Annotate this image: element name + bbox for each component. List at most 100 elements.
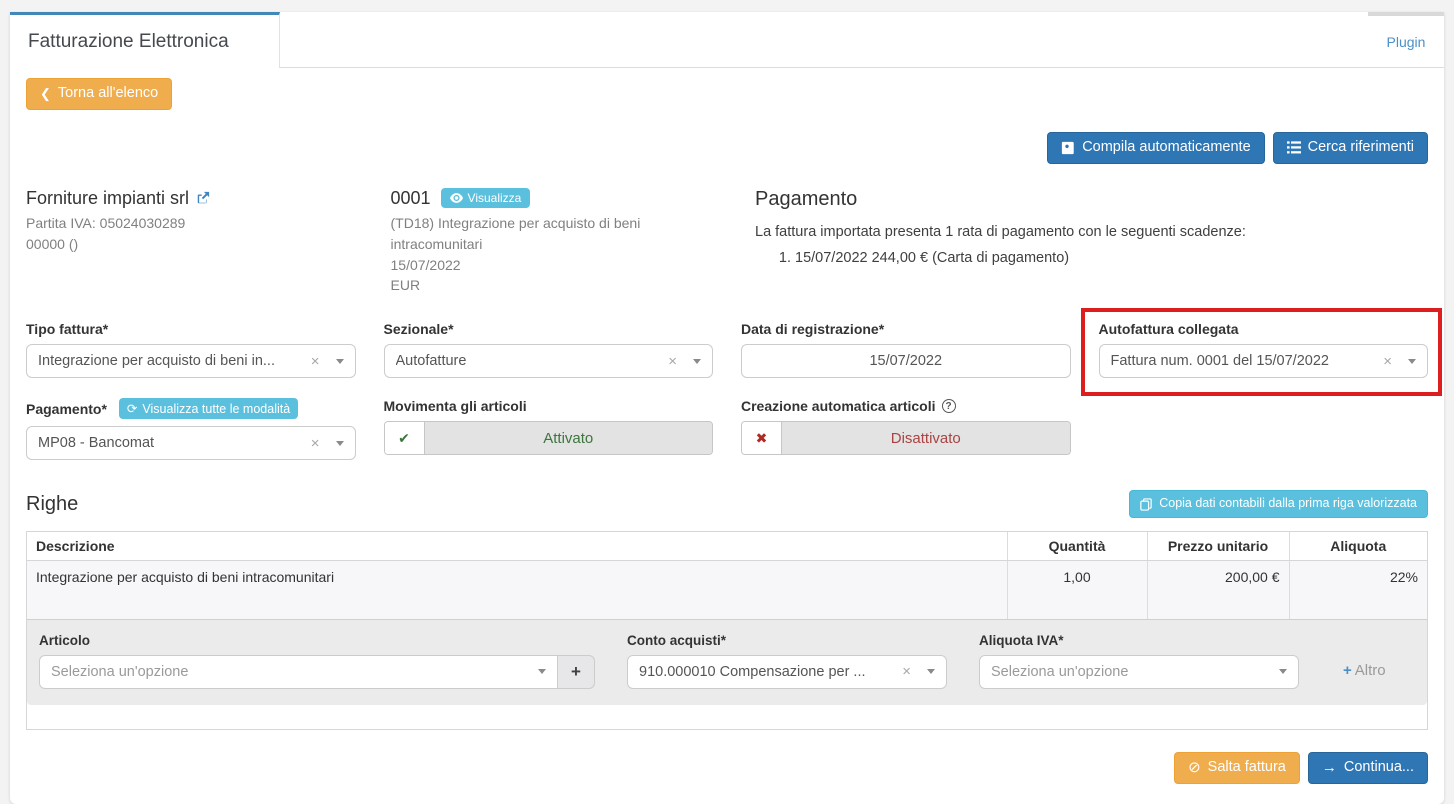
- aliquota-iva-group: Aliquota IVA* Seleziona un'opzione: [979, 633, 1299, 689]
- pagamento-label: Pagamento*: [26, 401, 107, 417]
- external-link-icon[interactable]: [196, 191, 210, 205]
- pagamento-select[interactable]: MP08 - Bancomat ×: [26, 426, 356, 460]
- payment-title: Pagamento: [755, 188, 1428, 211]
- tab-bar-spacer: [280, 12, 1368, 68]
- payment-schedule-item: 15/07/2022 244,00 € (Carta di pagamento): [795, 250, 1428, 266]
- view-invoice-label: Visualizza: [468, 191, 522, 205]
- refresh-icon: ⟳: [127, 401, 137, 416]
- copy-icon: [1140, 498, 1152, 511]
- payment-intro: La fattura importata presenta 1 rata di …: [755, 224, 1428, 240]
- tab-plugin[interactable]: Plugin: [1368, 12, 1444, 68]
- autofill-button[interactable]: Compila automaticamente: [1047, 132, 1264, 164]
- articolo-label: Articolo: [39, 633, 595, 648]
- righe-title: Righe: [26, 493, 78, 516]
- page: Fatturazione Elettronica Plugin ❮ Torna …: [0, 0, 1454, 804]
- tipo-fattura-select[interactable]: Integrazione per acquisto di beni in... …: [26, 344, 356, 378]
- pagamento-value: MP08 - Bancomat: [38, 435, 154, 451]
- chevron-down-icon: [538, 669, 546, 674]
- righe-table-container: Descrizione Quantità Prezzo unitario Ali…: [26, 531, 1428, 730]
- column-header-aliquota: Aliquota: [1289, 532, 1427, 561]
- data-registrazione-group: Data di registrazione* 15/07/2022: [741, 321, 1071, 378]
- plus-icon: +: [571, 662, 581, 682]
- supplier-code: 00000 (): [26, 234, 363, 254]
- tipo-fattura-value: Integrazione per acquisto di beni in...: [38, 353, 275, 369]
- check-icon: ✔: [385, 422, 425, 454]
- content-area: ❮ Torna all'elenco Compila automaticamen…: [10, 68, 1444, 804]
- row-detail-fields: Articolo Seleziona un'opzione +: [39, 633, 1415, 689]
- continue-label: Continua...: [1344, 760, 1414, 776]
- footer-actions: ⊘ Salta fattura → Continua...: [26, 752, 1428, 792]
- table-header-row: Descrizione Quantità Prezzo unitario Ali…: [27, 532, 1427, 561]
- righe-header: Righe Copia dati contabili dalla prima r…: [26, 490, 1428, 518]
- autofattura-collegata-select[interactable]: Fattura num. 0001 del 15/07/2022 ×: [1099, 344, 1429, 378]
- aliquota-iva-label: Aliquota IVA*: [979, 633, 1299, 648]
- tab-fatturazione-elettronica[interactable]: Fatturazione Elettronica: [10, 12, 280, 68]
- creazione-articoli-toggle[interactable]: ✖ Disattivato: [741, 421, 1071, 455]
- view-invoice-badge[interactable]: Visualizza: [441, 188, 531, 208]
- cell-prezzo-unitario: 200,00 €: [1147, 561, 1289, 619]
- aliquota-iva-select[interactable]: Seleziona un'opzione: [979, 655, 1299, 689]
- show-all-payment-modes-badge[interactable]: ⟳ Visualizza tutte le modalità: [119, 398, 298, 419]
- help-question-icon[interactable]: ?: [942, 399, 956, 413]
- skip-invoice-button[interactable]: ⊘ Salta fattura: [1174, 752, 1300, 784]
- main-card: Fatturazione Elettronica Plugin ❮ Torna …: [10, 12, 1444, 804]
- movimenta-articoli-toggle[interactable]: ✔ Attivato: [384, 421, 714, 455]
- document-number: 0001: [391, 188, 431, 209]
- copy-accounting-data-button[interactable]: Copia dati contabili dalla prima riga va…: [1129, 490, 1428, 518]
- add-article-button[interactable]: +: [558, 655, 595, 689]
- table-row: Integrazione per acquisto di beni intrac…: [27, 561, 1427, 619]
- clear-icon[interactable]: ×: [307, 435, 324, 452]
- altro-button[interactable]: +Altro: [1343, 662, 1386, 679]
- back-to-list-label: Torna all'elenco: [58, 86, 158, 102]
- continue-button[interactable]: → Continua...: [1308, 752, 1428, 784]
- righe-table: Descrizione Quantità Prezzo unitario Ali…: [27, 532, 1427, 619]
- movimenta-articoli-state: Attivato: [425, 422, 713, 454]
- no-entry-icon: ⊘: [1188, 760, 1201, 775]
- movimenta-articoli-group: Movimenta gli articoli ✔ Attivato: [384, 398, 714, 460]
- data-registrazione-label: Data di registrazione*: [741, 321, 1071, 337]
- data-registrazione-input[interactable]: 15/07/2022: [741, 344, 1071, 378]
- chevron-down-icon: [336, 441, 344, 446]
- document-block: 0001 Visualizza (TD18) Integrazione per …: [391, 188, 728, 296]
- show-all-payment-modes-label: Visualizza tutte le modalità: [142, 402, 290, 416]
- plus-icon: +: [1343, 662, 1352, 679]
- plugin-link[interactable]: Plugin: [1387, 34, 1426, 50]
- payment-schedule-list: 15/07/2022 244,00 € (Carta di pagamento): [755, 250, 1428, 266]
- address-card-icon: [1061, 141, 1075, 155]
- aliquota-iva-placeholder: Seleziona un'opzione: [991, 664, 1128, 680]
- cell-descrizione: Integrazione per acquisto di beni intrac…: [27, 561, 1007, 619]
- tab-title: Fatturazione Elettronica: [28, 31, 229, 53]
- articolo-select[interactable]: Seleziona un'opzione: [39, 655, 558, 689]
- toolbar-right: Compila automaticamente Cerca riferiment…: [26, 132, 1428, 164]
- tab-bar: Fatturazione Elettronica Plugin: [10, 12, 1444, 68]
- creazione-articoli-group: Creazione automatica articoli ? ✖ Disatt…: [741, 398, 1071, 460]
- back-to-list-button[interactable]: ❮ Torna all'elenco: [26, 78, 172, 110]
- form-empty-cell: [1099, 398, 1429, 460]
- clear-icon[interactable]: ×: [307, 353, 324, 370]
- conto-acquisti-select[interactable]: 910.000010 Compensazione per ... ×: [627, 655, 947, 689]
- chevron-down-icon: [693, 359, 701, 364]
- invoice-form: Tipo fattura* Integrazione per acquisto …: [26, 321, 1428, 460]
- data-registrazione-value: 15/07/2022: [869, 353, 942, 369]
- clear-icon[interactable]: ×: [898, 663, 915, 680]
- column-header-prezzo-unitario: Prezzo unitario: [1147, 532, 1289, 561]
- document-type: (TD18) Integrazione per acquisto di beni…: [391, 213, 681, 255]
- clear-icon[interactable]: ×: [664, 353, 681, 370]
- search-references-button[interactable]: Cerca riferimenti: [1273, 132, 1428, 164]
- row-detail-panel: Articolo Seleziona un'opzione +: [27, 619, 1427, 705]
- arrow-right-icon: →: [1322, 760, 1337, 775]
- list-icon: [1287, 141, 1301, 154]
- altro-label: Altro: [1355, 662, 1386, 679]
- articolo-placeholder: Seleziona un'opzione: [51, 664, 188, 680]
- pagamento-label-row: Pagamento* ⟳ Visualizza tutte le modalit…: [26, 398, 356, 419]
- cell-aliquota: 22%: [1289, 561, 1427, 619]
- clear-icon[interactable]: ×: [1379, 353, 1396, 370]
- sezionale-select[interactable]: Autofatture ×: [384, 344, 714, 378]
- autofattura-collegata-group: Autofattura collegata Fattura num. 0001 …: [1099, 321, 1429, 378]
- sezionale-label: Sezionale*: [384, 321, 714, 337]
- supplier-name: Forniture impianti srl: [26, 188, 189, 209]
- movimenta-articoli-label: Movimenta gli articoli: [384, 398, 714, 414]
- copy-accounting-data-label: Copia dati contabili dalla prima riga va…: [1159, 497, 1417, 511]
- sezionale-value: Autofatture: [396, 353, 467, 369]
- chevron-down-icon: [336, 359, 344, 364]
